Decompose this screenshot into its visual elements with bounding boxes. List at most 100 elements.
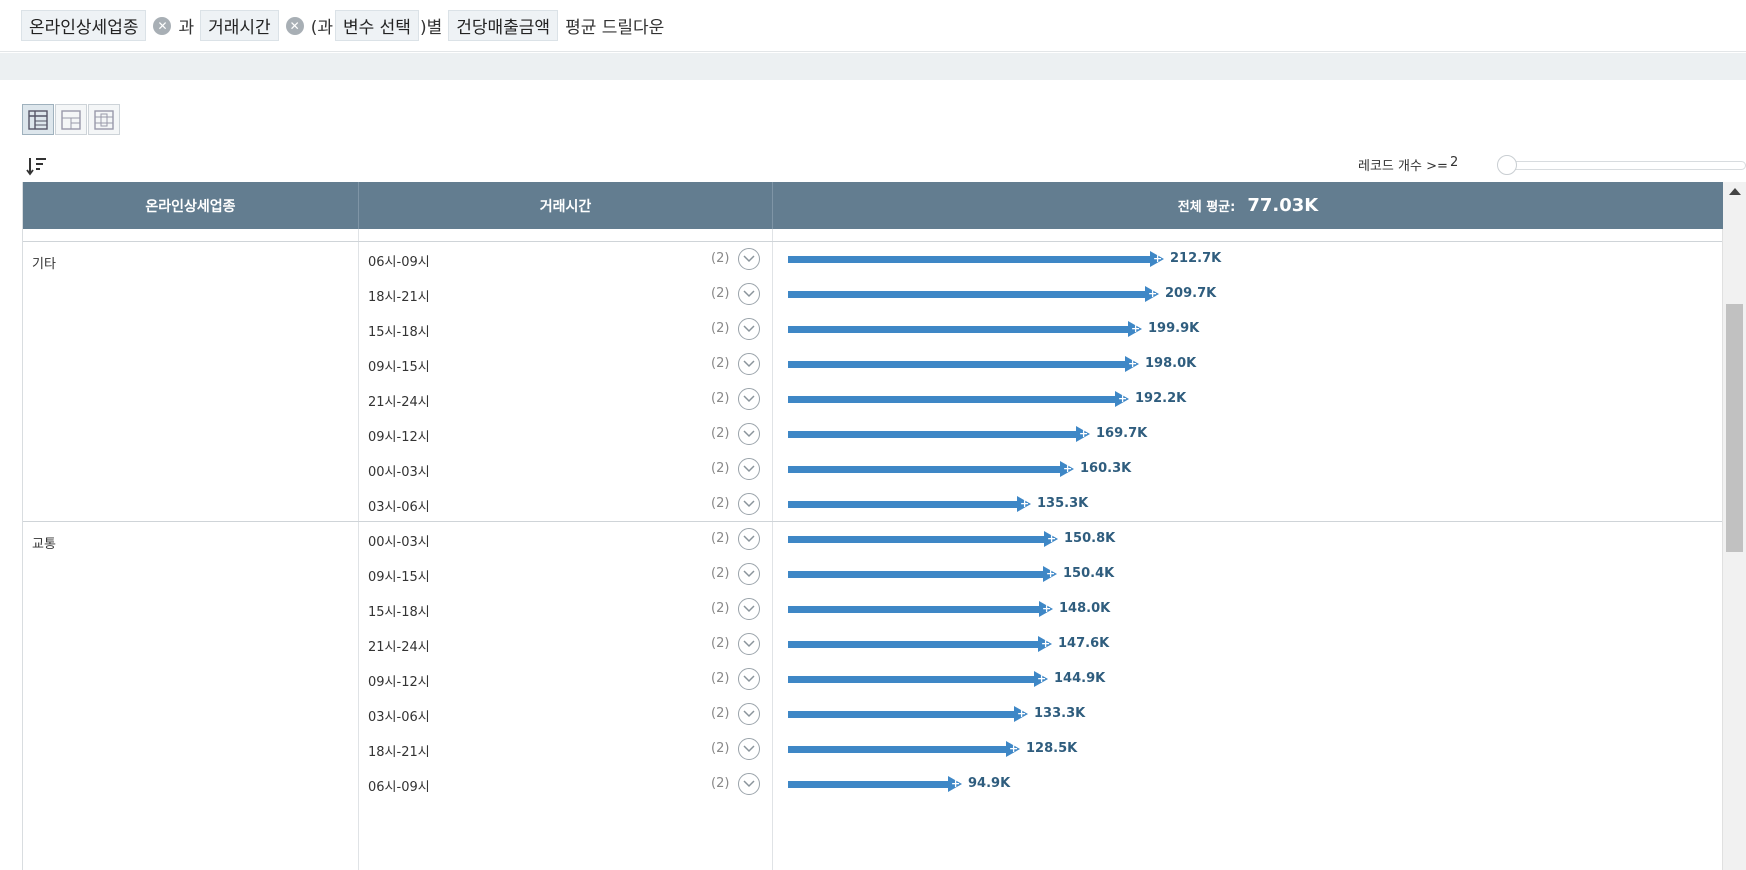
table-row: 00시-03시 (2) +160.3K xyxy=(23,450,1723,489)
bar-plus-icon: + xyxy=(1046,567,1056,580)
record-count: (2) xyxy=(711,706,730,721)
value-bar xyxy=(788,431,1078,438)
time-range-label: 18시-21시 xyxy=(368,290,430,305)
view-mode-toggle-group xyxy=(22,104,121,135)
table-row: 03시-06시 (2) +135.3K xyxy=(23,485,1723,524)
drilldown-chevron-icon[interactable] xyxy=(738,493,760,515)
overall-average-label: 전체 평균: xyxy=(1177,200,1236,215)
value-label: 160.3K xyxy=(1080,461,1132,476)
header-online-category[interactable]: 온라인상세업종 xyxy=(23,182,359,229)
table-row: 18시-21시 (2) +128.5K xyxy=(23,730,1723,769)
remove-chip-icon[interactable]: ✕ xyxy=(153,16,172,35)
bar-plus-icon: + xyxy=(1118,392,1128,405)
record-count: (2) xyxy=(711,776,730,791)
sort-icon[interactable] xyxy=(26,155,48,177)
table-row: 09시-12시 (2) +169.7K xyxy=(23,415,1723,454)
close-paren-text: )별 xyxy=(419,18,443,38)
value-bar xyxy=(788,256,1152,263)
drilldown-chevron-icon[interactable] xyxy=(738,738,760,760)
value-bar xyxy=(788,536,1046,543)
record-count: (2) xyxy=(711,286,730,301)
drilldown-chevron-icon[interactable] xyxy=(738,458,760,480)
vertical-scrollbar[interactable] xyxy=(1722,182,1746,870)
drilldown-chevron-icon[interactable] xyxy=(738,703,760,725)
drilldown-query-bar: 온라인상세업종 ✕ 과 거래시간 ✕ (과 변수 선택 )별 건당매출금액 평균… xyxy=(0,0,1746,52)
value-bar xyxy=(788,501,1019,508)
drilldown-chevron-icon[interactable] xyxy=(738,563,760,585)
record-count: (2) xyxy=(711,461,730,476)
value-label: 133.3K xyxy=(1034,706,1086,721)
record-count: (2) xyxy=(711,426,730,441)
table-row: 21시-24시 (2) +147.6K xyxy=(23,625,1723,664)
tree-view-icon[interactable] xyxy=(88,104,120,135)
time-range-label: 21시-24시 xyxy=(368,395,430,410)
record-count-slider-handle[interactable] xyxy=(1497,155,1517,175)
drilldown-chevron-icon[interactable] xyxy=(738,353,760,375)
table-row: 00시-03시 (2) +150.8K xyxy=(23,520,1723,559)
time-range-label: 09시-15시 xyxy=(368,360,430,375)
record-count: (2) xyxy=(711,391,730,406)
value-bar xyxy=(788,571,1045,578)
table-row: 06시-09시 (2) +94.9K xyxy=(23,765,1723,804)
remove-chip-icon[interactable]: ✕ xyxy=(285,16,304,35)
drilldown-chevron-icon[interactable] xyxy=(738,423,760,445)
drilldown-chevron-icon[interactable] xyxy=(738,633,760,655)
record-count-label: 레코드 개수 >= xyxy=(1358,159,1448,174)
dimension-chip-online-category[interactable]: 온라인상세업종 xyxy=(21,10,147,41)
value-label: 148.0K xyxy=(1059,601,1111,616)
value-bar xyxy=(788,326,1130,333)
header-transaction-time[interactable]: 거래시간 xyxy=(359,182,773,229)
table-header: 온라인상세업종 거래시간 전체 평균: 77.03K xyxy=(23,182,1723,229)
value-bar xyxy=(788,711,1016,718)
record-count: (2) xyxy=(711,251,730,266)
bar-plus-icon: + xyxy=(1128,357,1138,370)
drilldown-chevron-icon[interactable] xyxy=(738,773,760,795)
record-count: (2) xyxy=(711,566,730,581)
record-count: (2) xyxy=(711,671,730,686)
value-label: 192.2K xyxy=(1135,391,1187,406)
bar-plus-icon: + xyxy=(1131,322,1141,335)
value-label: 198.0K xyxy=(1145,356,1197,371)
record-count-value: 2 xyxy=(1450,155,1459,170)
scrollbar-thumb[interactable] xyxy=(1726,304,1743,552)
drilldown-chevron-icon[interactable] xyxy=(738,248,760,270)
time-range-label: 09시-15시 xyxy=(368,570,430,585)
bar-plus-icon: + xyxy=(1148,287,1158,300)
scroll-up-arrow-icon[interactable] xyxy=(1729,188,1741,195)
time-range-label: 00시-03시 xyxy=(368,535,430,550)
time-range-label: 21시-24시 xyxy=(368,640,430,655)
time-range-label: 09시-12시 xyxy=(368,675,430,690)
time-range-label: 00시-03시 xyxy=(368,465,430,480)
record-count: (2) xyxy=(711,356,730,371)
drilldown-chevron-icon[interactable] xyxy=(738,528,760,550)
table-row: 09시-15시 (2) +198.0K xyxy=(23,345,1723,384)
drilldown-chevron-icon[interactable] xyxy=(738,598,760,620)
record-count-slider-track[interactable] xyxy=(1506,161,1746,170)
value-label: 144.9K xyxy=(1054,671,1106,686)
category-group: 기타 06시-09시 (2) +212.7K 18시-21시 (2) +209.7K 15시-… xyxy=(23,241,1723,521)
dimension-chip-transaction-time[interactable]: 거래시간 xyxy=(200,10,279,41)
variable-select-chip[interactable]: 변수 선택 xyxy=(334,10,419,41)
value-label: 209.7K xyxy=(1165,286,1217,301)
record-count: (2) xyxy=(711,496,730,511)
value-bar xyxy=(788,361,1127,368)
bar-plus-icon: + xyxy=(1042,602,1052,615)
drilldown-suffix-text: 평균 드릴다운 xyxy=(565,18,665,38)
time-range-label: 06시-09시 xyxy=(368,255,430,270)
drilldown-chevron-icon[interactable] xyxy=(738,388,760,410)
drilldown-chevron-icon[interactable] xyxy=(738,318,760,340)
bar-plus-icon: + xyxy=(1017,707,1027,720)
split-view-icon[interactable] xyxy=(55,104,87,135)
table-view-icon[interactable] xyxy=(22,104,54,135)
measure-chip-sales-amount[interactable]: 건당매출금액 xyxy=(448,10,559,41)
value-bar xyxy=(788,466,1062,473)
drilldown-chevron-icon[interactable] xyxy=(738,283,760,305)
value-label: 212.7K xyxy=(1170,251,1222,266)
value-bar xyxy=(788,396,1117,403)
table-body: 기타 06시-09시 (2) +212.7K 18시-21시 (2) +209.7K 15시-… xyxy=(23,229,1723,870)
drilldown-chevron-icon[interactable] xyxy=(738,668,760,690)
bar-plus-icon: + xyxy=(1009,742,1019,755)
time-range-label: 15시-18시 xyxy=(368,605,430,620)
table-row: 06시-09시 (2) +212.7K xyxy=(23,240,1723,279)
table-row: 03시-06시 (2) +133.3K xyxy=(23,695,1723,734)
